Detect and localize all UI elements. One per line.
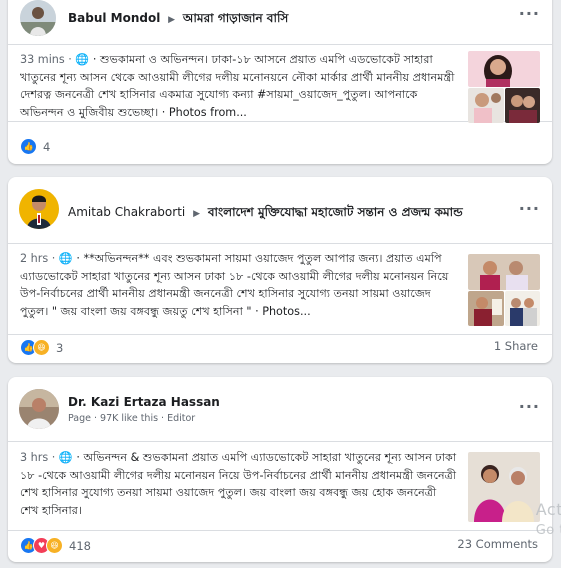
reaction-count[interactable]: 4 [43,140,50,154]
group-name[interactable]: বাংলাদেশ মুক্তিযোদ্ধা মহাজোট সন্তান ও প্… [208,205,463,219]
post-time[interactable]: 33 mins · [20,53,72,66]
watermark-line: Act [535,500,561,519]
post-body: 2 hrs · 🌐 · **অভিনন্দন** এবং শুভকামনা সা… [20,250,458,320]
group-name[interactable]: আমরা গাড়াজান বাসি [183,11,288,25]
photo-thumbnail[interactable] [468,291,504,326]
post-content: 3 hrs · 🌐 · অভিনন্দন & শুভকামনা প্রয়াত … [8,441,552,531]
avatar[interactable] [19,389,59,429]
post-header: Amitab Chakraborti ▶ বাংলাদেশ মুক্তিযোদ্… [8,177,552,237]
comment-count[interactable]: 23 Comments [457,537,538,551]
post-text: 🌐 · অভিনন্দন & শুভকামনা প্রয়াত এমপি এ্য… [20,451,457,517]
post-card: Amitab Chakraborti ▶ বাংলাদেশ মুক্তিযোদ্… [8,177,552,363]
photo-thumbnail[interactable] [468,51,540,87]
post-content: 33 mins · 🌐 · শুভকামনা ও অভিনন্দন। ঢাকা-… [8,44,552,123]
reaction-count[interactable]: 3 [56,341,63,355]
author-name[interactable]: Babul Mondol [68,11,160,25]
post-card: Dr. Kazi Ertaza Hassan Page · 97K like t… [8,377,552,562]
share-count[interactable]: 1 Share [494,339,538,353]
post-card: Babul Mondol ▶ আমরা গাড়াজান বাসি ··· 33… [8,0,552,164]
photo-thumbnails[interactable] [468,51,540,123]
triangle-right-icon: ▶ [193,209,200,219]
post-content: 2 hrs · 🌐 · **অভিনন্দন** এবং শুভকামনা সা… [8,243,552,335]
reaction-summary[interactable]: 👍 😆 3 [20,339,63,356]
watermark-line: Go t [535,523,561,538]
post-time[interactable]: 3 hrs · [20,451,55,464]
more-options-button[interactable]: ··· [519,4,540,23]
haha-icon: 😆 [46,537,63,554]
photo-thumbnails[interactable] [468,452,540,522]
photo-thumbnail[interactable] [505,291,540,326]
activation-watermark: Act Go t [536,500,561,538]
triangle-right-icon: ▶ [168,15,176,25]
reaction-summary[interactable]: 👍 4 [20,138,50,155]
photo-thumbnail[interactable] [468,88,504,123]
more-options-button[interactable]: ··· [519,397,540,416]
author-name[interactable]: Amitab Chakraborti [68,205,185,219]
avatar[interactable] [19,189,59,229]
photo-thumbnail[interactable] [468,452,540,522]
post-header: Dr. Kazi Ertaza Hassan Page · 97K like t… [8,377,552,433]
photo-thumbnail[interactable] [505,88,540,123]
more-options-button[interactable]: ··· [519,199,540,218]
photo-thumbnails[interactable] [468,254,540,326]
post-body: 3 hrs · 🌐 · অভিনন্দন & শুভকামনা প্রয়াত … [20,449,458,519]
avatar[interactable] [20,0,56,36]
reaction-summary[interactable]: 👍 ♥ 😆 418 [20,537,91,554]
post-text: 🌐 · শুভকামনা ও অভিনন্দন। ঢাকা-১৮ আসনে প্… [20,53,455,119]
post-body: 33 mins · 🌐 · শুভকামনা ও অভিনন্দন। ঢাকা-… [20,51,458,121]
post-header: Babul Mondol ▶ আমরা গাড়াজান বাসি ··· [8,0,552,36]
like-icon: 👍 [20,138,37,155]
post-time[interactable]: 2 hrs · [20,252,55,265]
page-meta: Page · 97K like this · Editor [68,413,196,424]
haha-icon: 😆 [33,339,50,356]
reaction-count[interactable]: 418 [69,539,91,553]
author-name[interactable]: Dr. Kazi Ertaza Hassan [68,395,220,409]
post-text: 🌐 · **অভিনন্দন** এবং শুভকামনা সায়মা ওয়… [20,252,449,318]
photo-thumbnail[interactable] [468,254,540,290]
